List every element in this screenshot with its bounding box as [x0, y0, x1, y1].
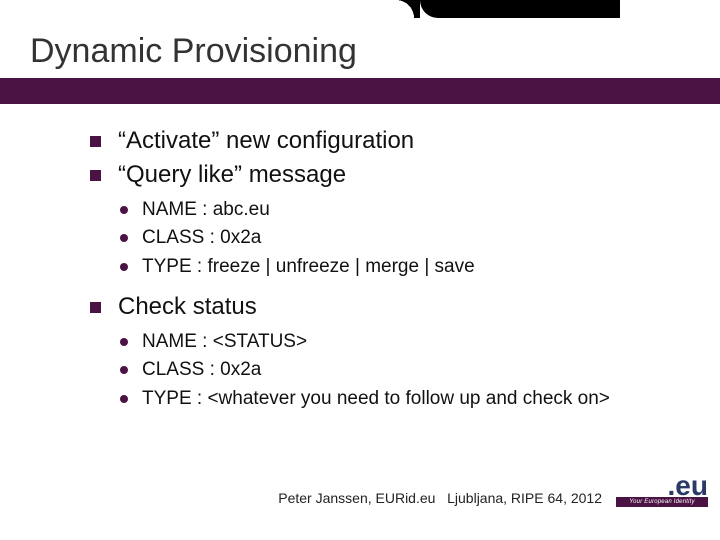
slide-title: Dynamic Provisioning: [30, 32, 690, 71]
bullet-item: Check status NAME : <STATUS> CLASS : 0x2…: [90, 291, 670, 413]
bullet-item: “Query like” message NAME : abc.eu CLASS…: [90, 159, 670, 281]
decorative-top-tab: [420, 0, 620, 18]
bullet-text: “Query like” message: [118, 161, 346, 188]
eu-logo-text: .eu: [616, 475, 708, 497]
bullet-item: “Activate” new configuration: [90, 125, 670, 157]
sub-bullet-text: CLASS : 0x2a: [142, 359, 261, 380]
footer-venue: Ljubljana, RIPE 64, 2012: [447, 490, 602, 506]
sub-bullet-text: TYPE : freeze | unfreeze | merge | save: [142, 256, 475, 277]
sub-bullet-text: CLASS : 0x2a: [142, 227, 261, 248]
bullet-text: Check status: [118, 293, 257, 320]
sub-bullet-item: TYPE : freeze | unfreeze | merge | save: [118, 253, 670, 282]
sub-bullet-list: NAME : abc.eu CLASS : 0x2a TYPE : freeze…: [118, 196, 670, 282]
bullet-list: “Activate” new configuration “Query like…: [90, 125, 670, 413]
decorative-curve: [396, 0, 420, 18]
sub-bullet-item: CLASS : 0x2a: [118, 356, 670, 385]
eu-logo-tagline: Your European Identity: [616, 497, 708, 507]
sub-bullet-text: NAME : abc.eu: [142, 199, 270, 220]
footer-text: Peter Janssen, EURid.eu Ljubljana, RIPE …: [278, 490, 602, 506]
title-wrap: Dynamic Provisioning: [30, 32, 690, 71]
title-band: [0, 78, 720, 104]
sub-bullet-list: NAME : <STATUS> CLASS : 0x2a TYPE : <wha…: [118, 328, 670, 414]
slide-body: “Activate” new configuration “Query like…: [90, 125, 670, 423]
eu-logo: .eu Your European Identity: [616, 475, 708, 515]
sub-bullet-item: NAME : <STATUS>: [118, 328, 670, 357]
sub-bullet-item: CLASS : 0x2a: [118, 224, 670, 253]
sub-bullet-text: NAME : <STATUS>: [142, 331, 307, 352]
slide: Dynamic Provisioning “Activate” new conf…: [0, 0, 720, 540]
sub-bullet-text: TYPE : <whatever you need to follow up a…: [142, 388, 610, 409]
bullet-text: “Activate” new configuration: [118, 127, 414, 154]
footer-author: Peter Janssen, EURid.eu: [278, 490, 435, 506]
sub-bullet-item: TYPE : <whatever you need to follow up a…: [118, 385, 670, 414]
sub-bullet-item: NAME : abc.eu: [118, 196, 670, 225]
